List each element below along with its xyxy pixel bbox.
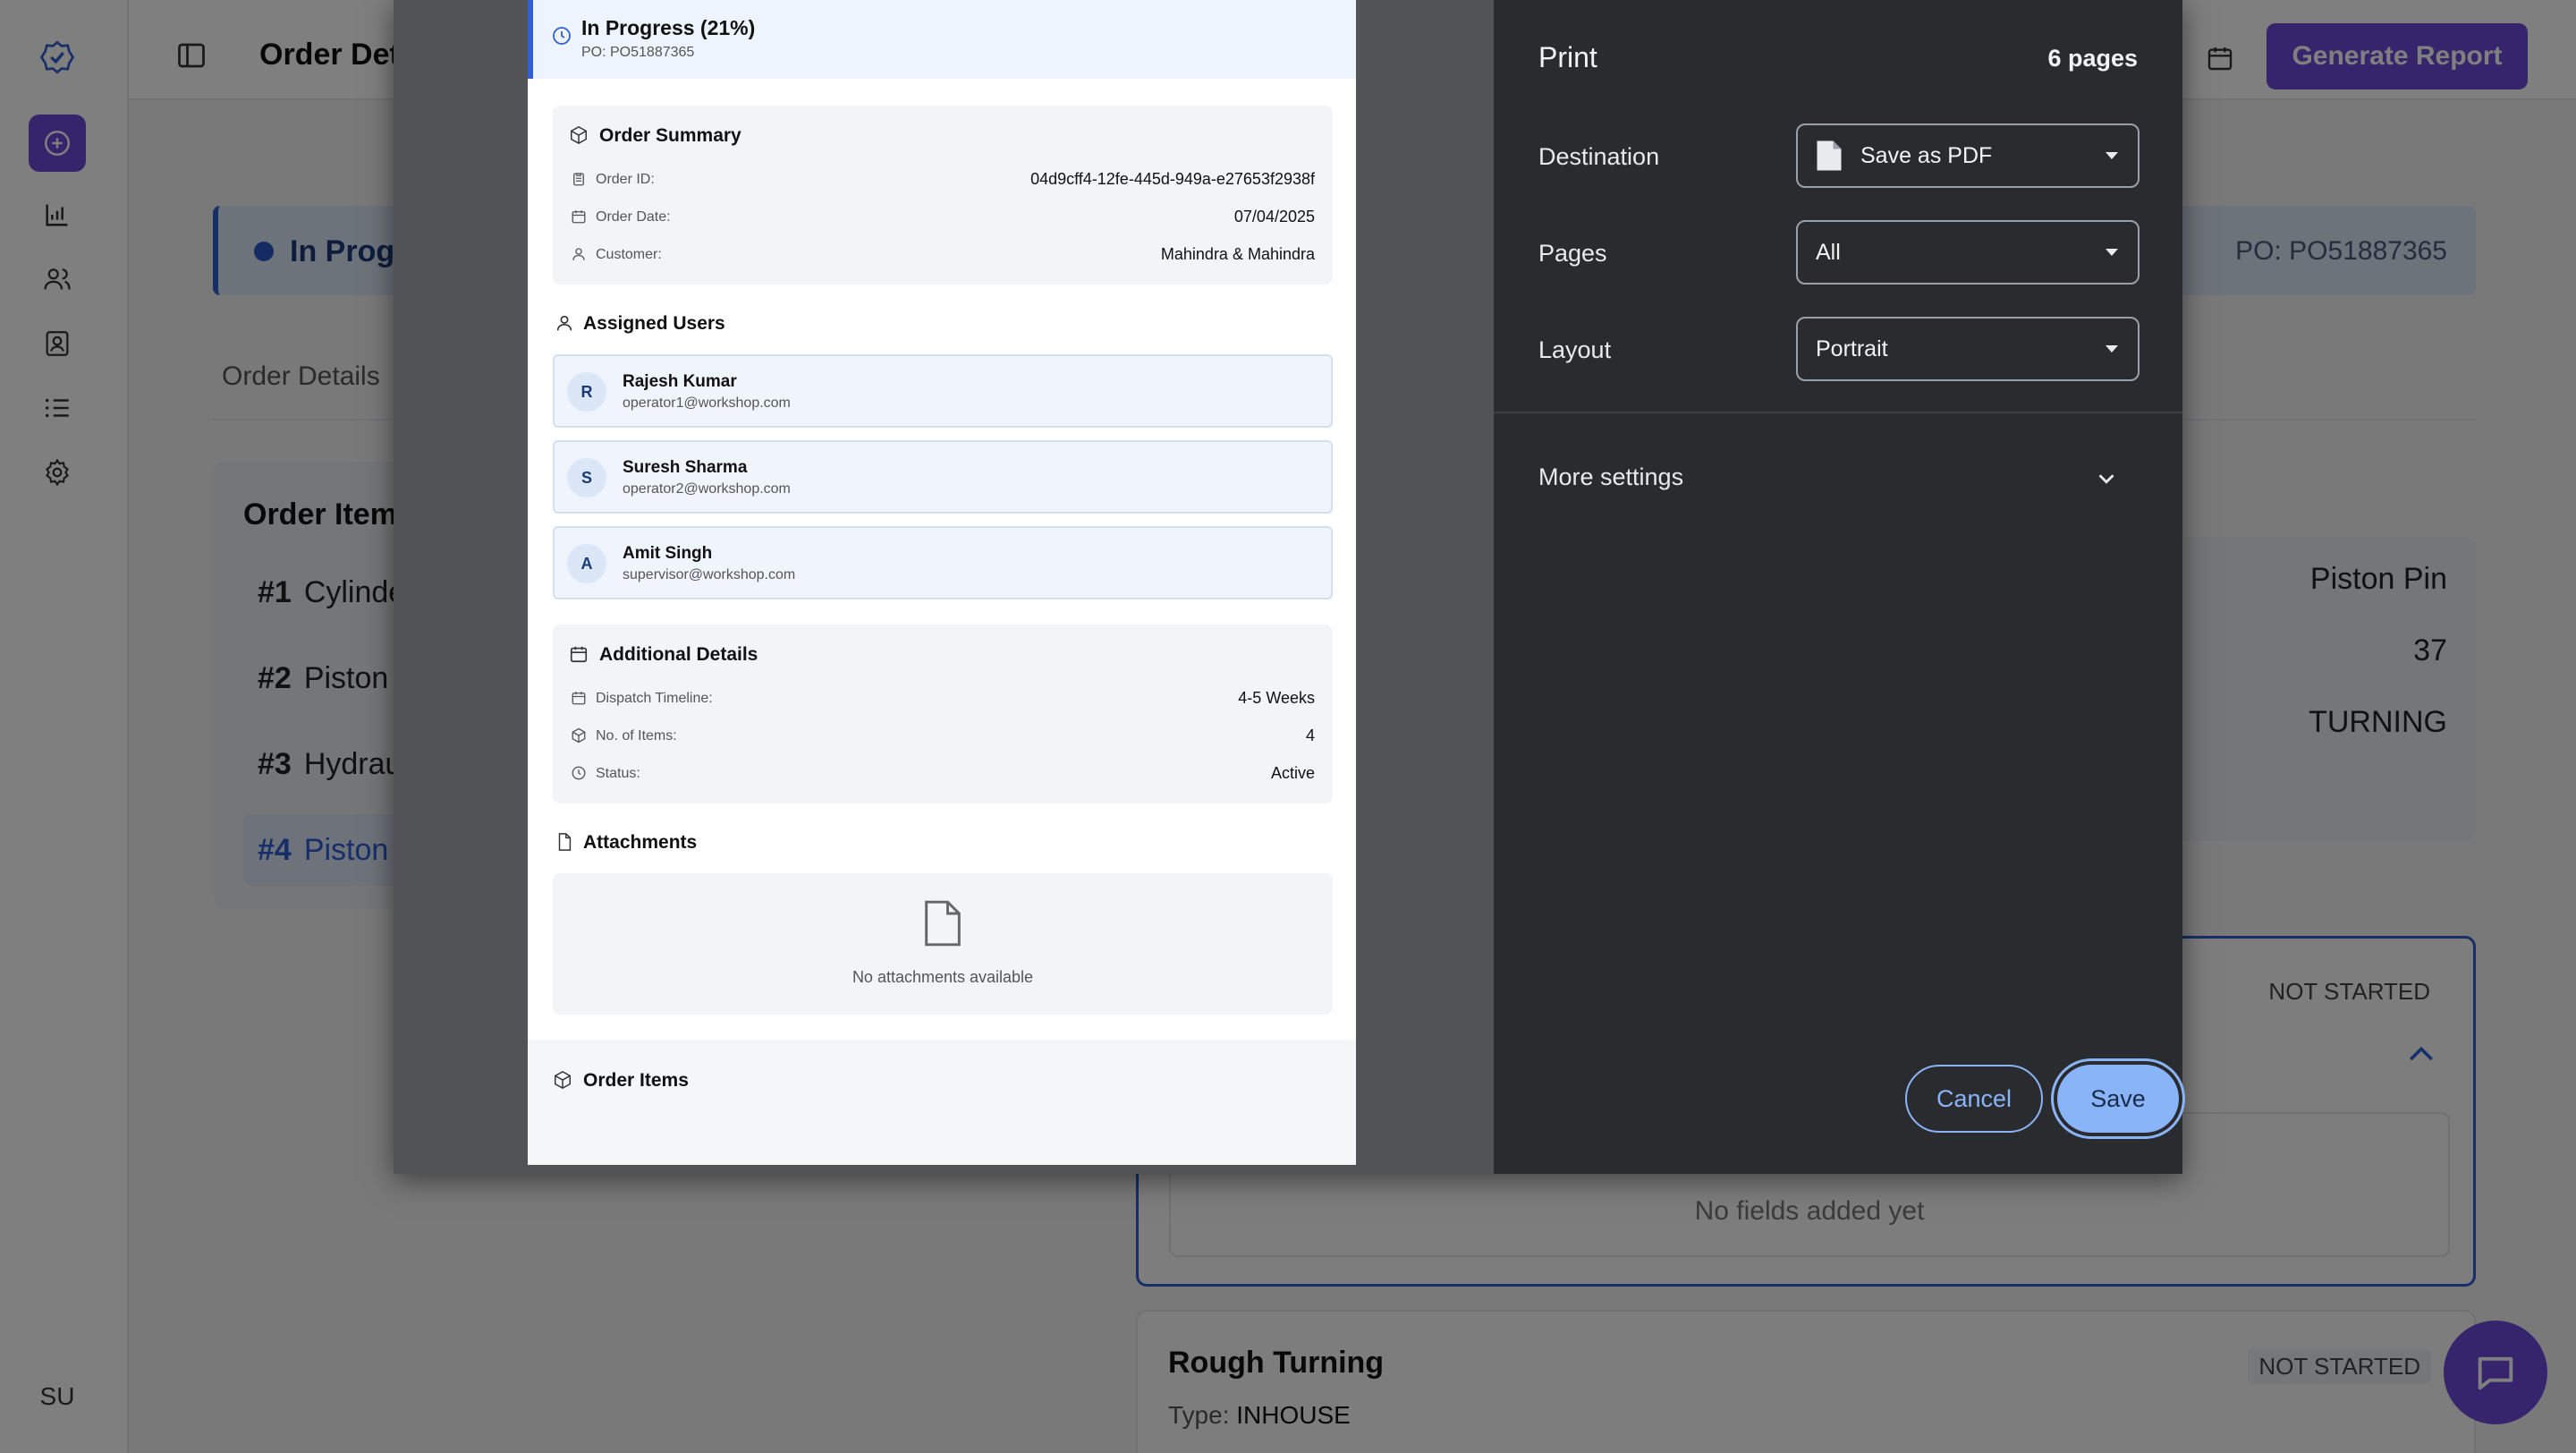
destination-label: Destination [1538,143,1660,170]
chevron-down-icon[interactable] [2093,465,2120,492]
assigned-user-card: R Rajesh Kumar operator1@workshop.com [553,354,1333,428]
order-date-value: 07/04/2025 [1233,208,1315,225]
cancel-button[interactable]: Cancel [1905,1065,2043,1133]
attachments-empty-text: No attachments available [852,968,1034,986]
clipboard-icon [573,173,584,186]
dispatch-timeline-label: Dispatch Timeline: [596,691,713,706]
assigned-user-card: S Suresh Sharma operator2@workshop.com [553,440,1333,514]
file-icon [925,900,961,947]
calendar-icon [570,646,588,663]
user-icon [556,315,572,331]
pages-select[interactable]: All [1796,220,2140,285]
user-email: operator2@workshop.com [623,481,791,497]
save-button[interactable]: Save [2057,1065,2179,1133]
additional-details-card: Additional Details Dispatch Timeline: 4-… [553,625,1333,803]
layout-value: Portrait [1816,336,1888,361]
package-icon [572,727,586,743]
destination-value: Save as PDF [1860,142,1993,168]
user-avatar: S [567,458,606,497]
status-value: Active [1270,764,1315,782]
user-name: Amit Singh [623,544,713,563]
pages-label: Pages [1538,240,1607,267]
document-icon [1817,140,1842,171]
pages-value: All [1816,239,1841,265]
print-preview-page: In Progress (21%) PO: PO51887365 Order S… [528,0,1356,1165]
order-items-section: Order Items [528,1040,1356,1165]
order-summary-title: Order Summary [599,125,741,146]
dropdown-caret-icon [2106,345,2118,353]
dispatch-timeline-value: 4-5 Weeks [1238,689,1315,707]
status-label: Status: [596,766,640,781]
order-items-title: Order Items [583,1070,689,1091]
print-preview-area[interactable]: In Progress (21%) PO: PO51887365 Order S… [394,0,1494,1174]
print-title: Print [1538,41,1597,73]
preview-status-header: In Progress (21%) PO: PO51887365 [528,0,1356,79]
package-icon [555,1070,571,1090]
clock-icon [572,766,586,780]
more-settings-toggle[interactable]: More settings [1538,463,1683,491]
dropdown-caret-icon [2106,249,2118,256]
user-email: supervisor@workshop.com [623,567,796,582]
item-count-value: 4 [1305,726,1315,744]
attachments-empty-state: No attachments available [553,873,1333,1015]
order-summary-card: Order Summary Order ID: 04d9cff4-12fe-44… [553,106,1333,285]
assigned-users-title: Assigned Users [583,313,725,334]
user-name: Suresh Sharma [623,458,748,477]
file-icon [558,833,572,851]
user-email: operator1@workshop.com [623,395,791,411]
user-icon [572,248,585,260]
calendar-icon [572,692,586,705]
additional-details-title: Additional Details [599,644,758,665]
settings-divider [1494,412,2182,413]
order-date-label: Order Date: [596,209,671,225]
clock-icon [553,27,571,45]
customer-label: Customer: [596,247,662,262]
dropdown-caret-icon [2106,152,2118,159]
package-icon [571,125,587,145]
preview-po-number: PO: PO51887365 [581,45,695,60]
assigned-user-card: A Amit Singh supervisor@workshop.com [553,526,1333,599]
destination-select[interactable]: Save as PDF [1796,123,2140,188]
calendar-icon [572,210,586,224]
order-id-label: Order ID: [596,172,655,187]
print-settings-panel: Print 6 pages Destination Save as PDF Pa… [1494,0,2182,1174]
user-name: Rajesh Kumar [623,372,737,391]
item-count-label: No. of Items: [596,728,677,743]
page-count: 6 pages [2047,45,2138,72]
customer-value: Mahindra & Mahindra [1160,245,1315,263]
preview-status-text: In Progress (21%) [581,16,756,39]
attachments-title: Attachments [583,832,698,853]
layout-select[interactable]: Portrait [1796,317,2140,381]
layout-label: Layout [1538,336,1612,363]
user-avatar: A [567,544,606,583]
order-id-value: 04d9cff4-12fe-445d-949a-e27653f2938f [1030,170,1315,188]
print-dialog: In Progress (21%) PO: PO51887365 Order S… [394,0,2182,1174]
user-avatar: R [567,372,606,412]
